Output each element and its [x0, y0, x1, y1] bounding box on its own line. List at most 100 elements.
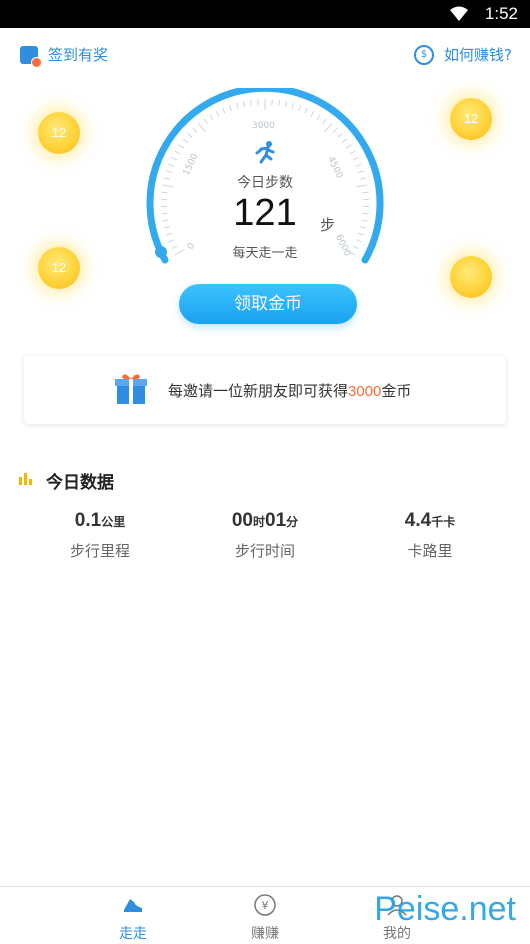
gauge-tick	[236, 103, 238, 109]
coin-bubble[interactable]: 12	[450, 98, 492, 140]
gauge-tick	[342, 139, 347, 143]
gauge-tick	[317, 115, 320, 120]
gauge-tick	[333, 128, 337, 132]
calendar-icon	[20, 46, 38, 64]
distance-label: 步行里程	[12, 540, 188, 561]
gauge-tick	[172, 246, 177, 249]
steps-label: 今日步数	[180, 172, 350, 192]
how-earn-link[interactable]: $ 如何赚钱?	[414, 44, 512, 65]
gauge-tick	[360, 178, 366, 179]
svg-text:¥: ¥	[262, 899, 269, 912]
money-bag-icon: $	[414, 45, 434, 65]
status-time: 1:52	[485, 4, 518, 24]
gauge-tick	[325, 123, 332, 131]
gauge-tick	[362, 213, 368, 214]
gauge-tick	[216, 111, 219, 116]
gauge-progress-marker	[155, 246, 167, 258]
calories-label: 卡路里	[342, 540, 518, 561]
gauge-tick	[198, 123, 205, 131]
calories-value: 4.4	[405, 510, 431, 531]
nav-walk[interactable]: 走走	[93, 891, 173, 943]
gauge-tick	[169, 240, 175, 242]
gauge-tick	[204, 119, 208, 124]
gauge-tick	[164, 178, 170, 179]
gauge-tick	[338, 133, 342, 137]
invite-amount: 3000	[348, 383, 381, 400]
time-minutes-unit: 分	[286, 515, 298, 529]
gauge-tick	[251, 100, 252, 106]
gauge-tick	[163, 220, 169, 221]
gauge-tick	[285, 101, 286, 107]
bar-chart-icon	[18, 470, 34, 486]
runner-icon	[252, 140, 278, 166]
gauge-tick	[360, 227, 366, 228]
coin-bubble[interactable]: 12	[38, 112, 80, 154]
gauge-tick	[311, 111, 314, 116]
gauge-tick	[350, 151, 355, 154]
checkin-label: 签到有奖	[48, 44, 108, 65]
invite-suffix: 金币	[381, 382, 411, 400]
gauge-tick	[243, 101, 244, 107]
gauge-subtitle: 每天走一走	[180, 242, 350, 261]
gauge-tick	[163, 185, 174, 187]
gauge-tick-label: 3000	[252, 121, 275, 131]
coin-bubble[interactable]	[450, 256, 492, 298]
nav-walk-label: 走走	[93, 923, 173, 943]
watermark: Peise.net	[374, 890, 516, 929]
steps-unit: 步	[320, 214, 335, 235]
stat-calories: 4.4千卡 卡路里	[342, 510, 518, 561]
gauge-tick	[356, 164, 362, 166]
distance-value: 0.1	[75, 510, 101, 531]
yen-icon: ¥	[253, 893, 277, 917]
time-minutes: 01	[265, 510, 286, 531]
gauge-tick	[183, 139, 188, 143]
nav-earn[interactable]: ¥ 赚赚	[225, 891, 305, 943]
calories-unit: 千卡	[431, 515, 455, 529]
gauge-tick	[292, 103, 294, 109]
today-data-title: 今日数据	[46, 468, 114, 493]
gauge-tick	[210, 115, 213, 120]
stat-distance: 0.1公里 步行里程	[12, 510, 188, 561]
nav-earn-label: 赚赚	[225, 923, 305, 943]
distance-unit: 公里	[101, 515, 125, 529]
gauge-tick	[357, 185, 368, 187]
time-hours: 00	[232, 510, 253, 531]
gauge-tick	[356, 240, 362, 242]
invite-text: 每邀请一位新朋友即可获得3000金币	[168, 380, 411, 401]
gauge-tick	[353, 246, 358, 249]
shoe-icon	[121, 893, 145, 917]
gauge-tick	[166, 171, 172, 173]
gauge-tick	[279, 100, 280, 106]
claim-coins-button[interactable]: 领取金币	[179, 284, 357, 324]
gauge-tick	[162, 192, 168, 193]
gauge-tick	[166, 233, 172, 235]
gauge-tick	[362, 192, 368, 193]
gauge-tick	[175, 151, 180, 154]
wifi-icon	[450, 6, 468, 22]
gauge-tick	[323, 119, 327, 124]
gauge-tick	[169, 164, 175, 166]
gauge-tick	[164, 227, 170, 228]
gauge-tick	[362, 220, 368, 221]
gauge-tick	[305, 108, 307, 113]
gauge-tick	[193, 128, 197, 132]
gauge-tick	[162, 213, 168, 214]
coin-bubble[interactable]: 12	[38, 247, 80, 289]
checkin-link[interactable]: 签到有奖	[20, 44, 108, 65]
gift-icon	[114, 372, 148, 406]
gauge-tick	[229, 105, 231, 111]
time-hours-unit: 时	[253, 515, 265, 529]
stat-time: 00时01分 步行时间	[177, 510, 353, 561]
gauge-tick	[358, 233, 364, 235]
gauge-tick	[188, 133, 192, 137]
how-earn-label: 如何赚钱?	[444, 44, 512, 65]
gauge-tick	[358, 171, 364, 173]
gauge-tick	[299, 105, 301, 111]
status-bar: 1:52	[0, 0, 530, 28]
gauge-tick	[353, 157, 358, 160]
invite-prefix: 每邀请一位新朋友即可获得	[168, 382, 348, 400]
gauge-tick	[179, 145, 184, 148]
time-label: 步行时间	[177, 540, 353, 561]
gauge-tick	[172, 157, 177, 160]
gauge-tick	[223, 108, 225, 113]
